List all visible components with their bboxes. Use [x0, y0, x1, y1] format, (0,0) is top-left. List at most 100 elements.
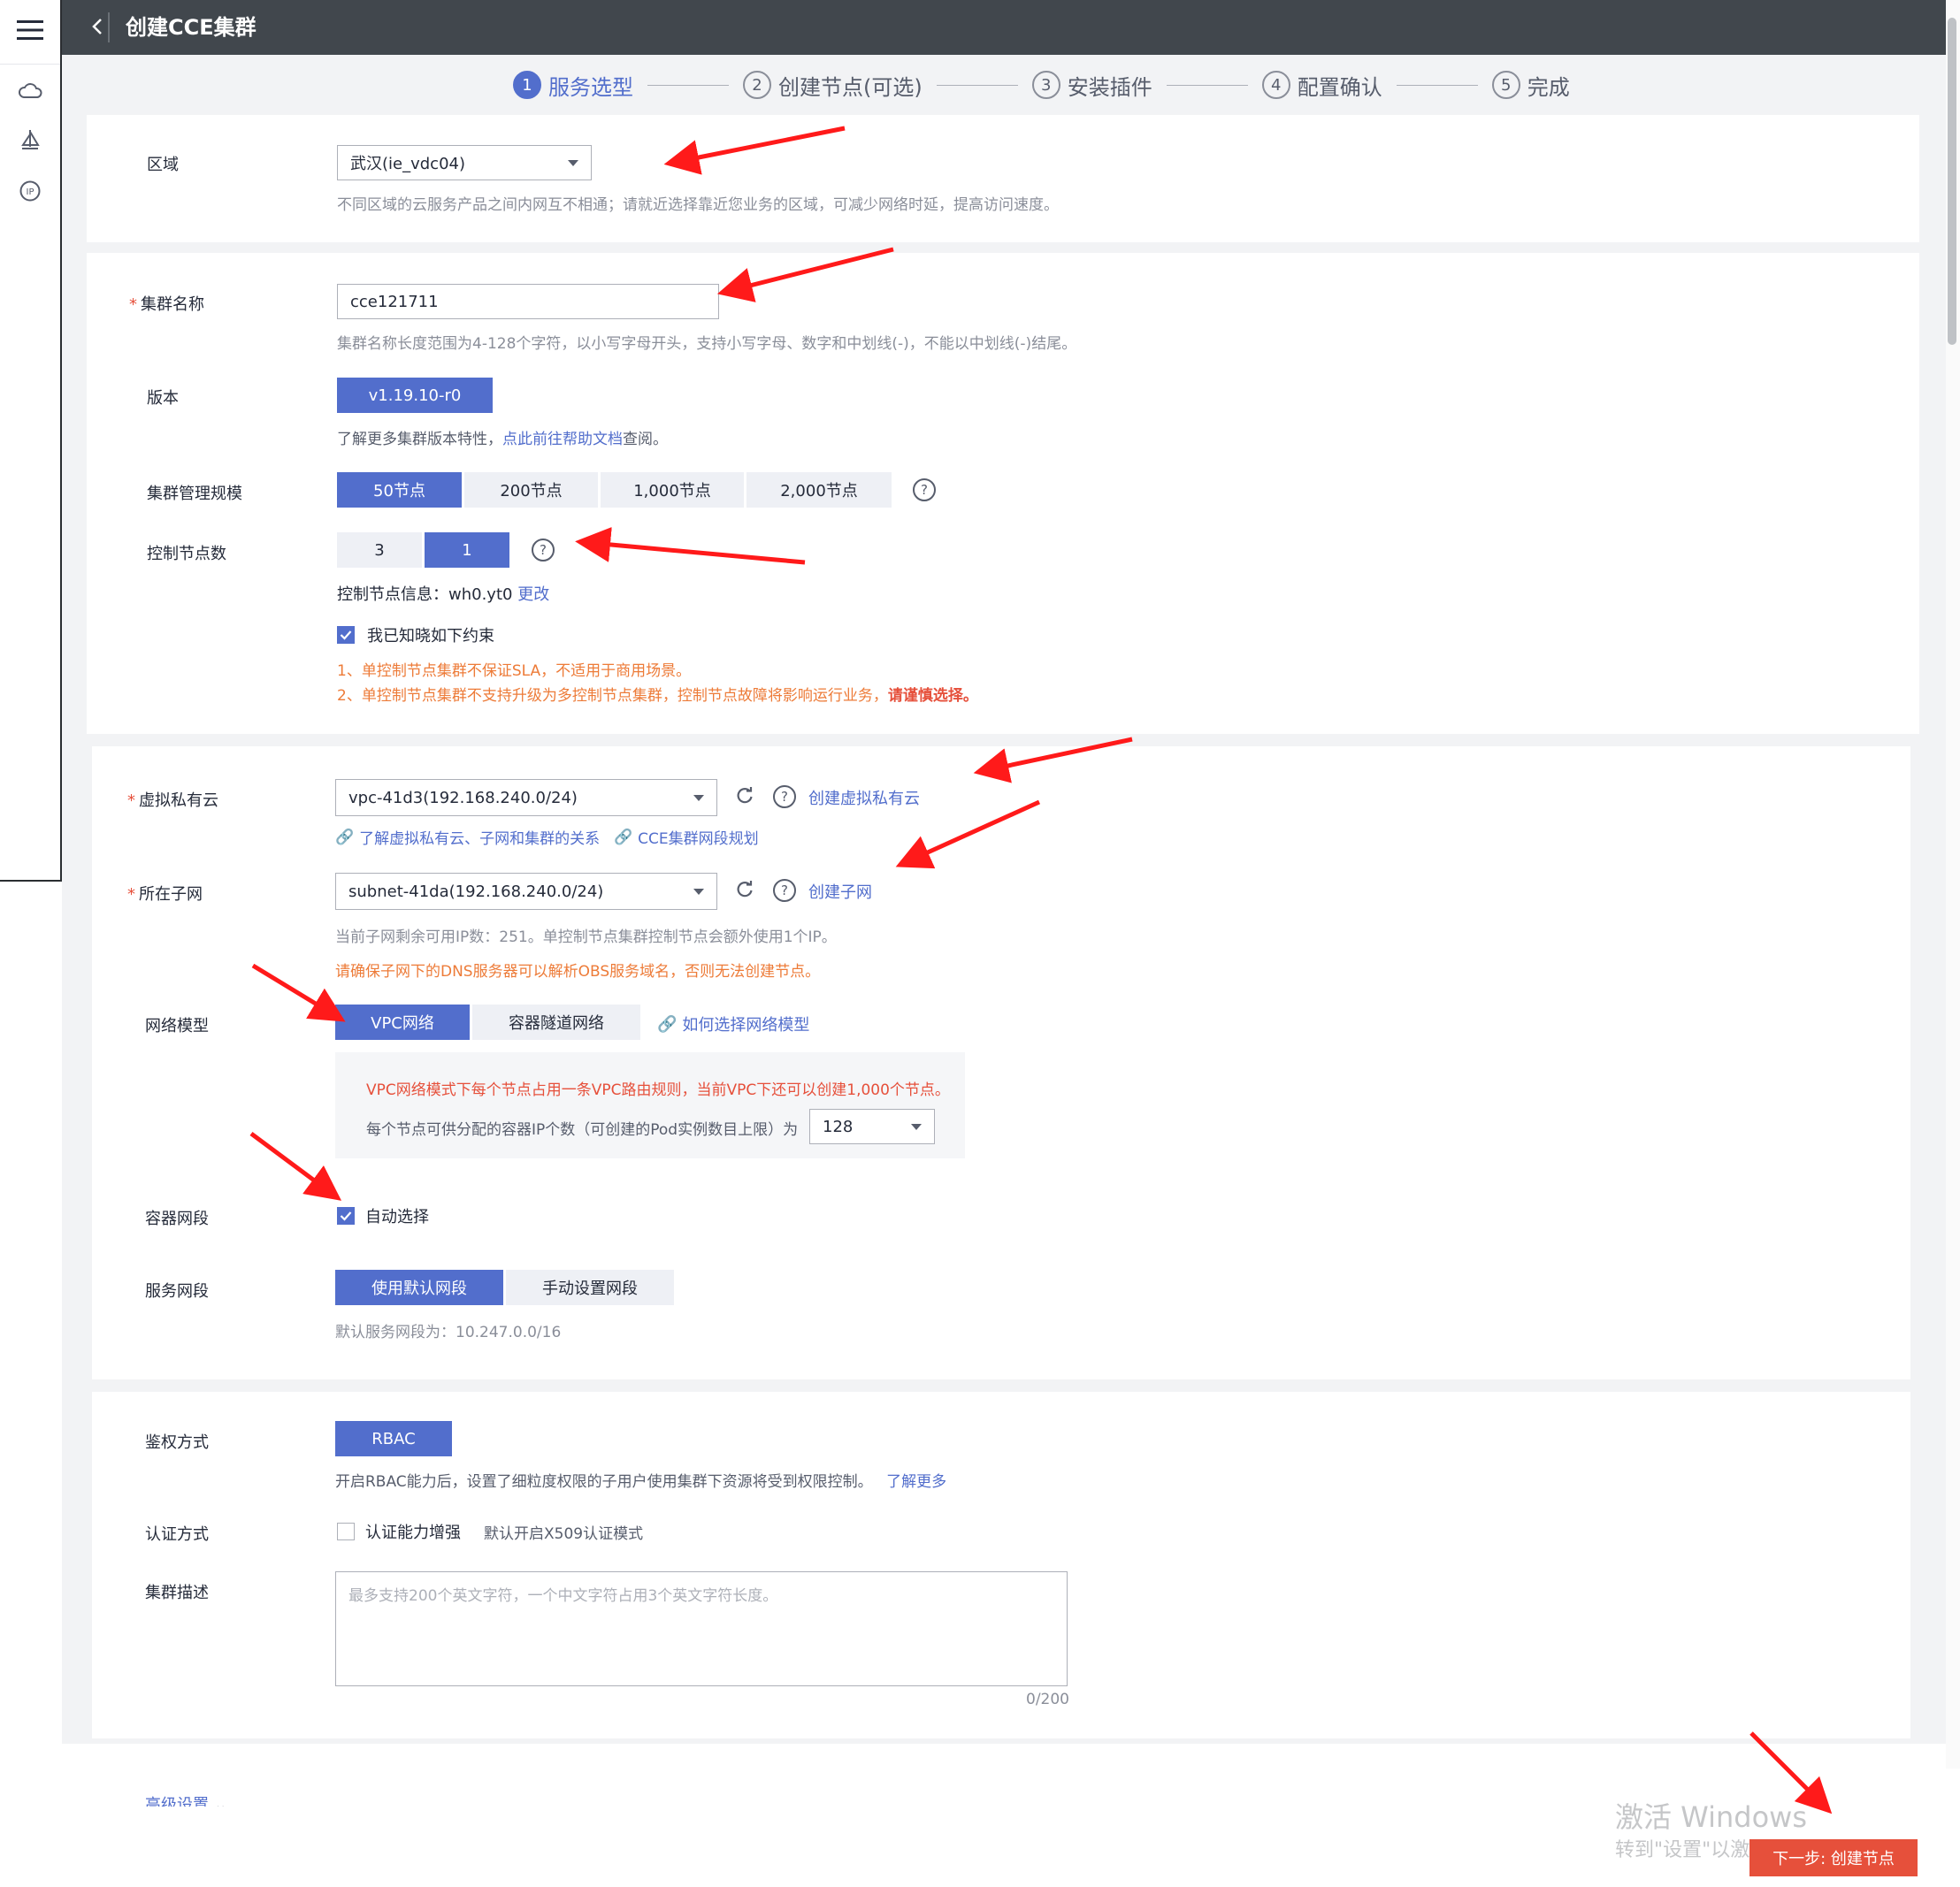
step-number: 3 [1031, 71, 1060, 99]
left-sidebar: IP [0, 0, 62, 882]
help-icon[interactable]: ? [532, 539, 555, 562]
vpc-select[interactable]: vpc-41d3(192.168.240.0/24) [335, 779, 717, 816]
windows-watermark-title: 激活 Windows [1615, 1800, 1808, 1834]
caret-down-icon [693, 888, 704, 895]
description-placeholder: 最多支持200个英文字符，一个中文字符占用3个英文字符长度。 [348, 1587, 778, 1605]
masters-ack[interactable]: 我已知晓如下约束 [337, 623, 494, 646]
subnet-select[interactable]: subnet-41da(192.168.240.0/24) [335, 873, 717, 910]
svg-text:IP: IP [27, 187, 34, 197]
pod-ip-value: 128 [823, 1117, 854, 1136]
scale-option-2000[interactable]: 2,000节点 [746, 472, 892, 508]
scale-label: 集群管理规模 [147, 485, 242, 503]
help-icon[interactable]: ? [773, 785, 796, 808]
subnet-hint: 当前子网剩余可用IP数：251。单控制节点集群控制节点会额外使用1个IP。 [335, 928, 837, 946]
version-button[interactable]: v1.19.10-r0 [337, 378, 493, 413]
ack-checkbox[interactable] [337, 626, 355, 644]
masters-change-link[interactable]: 更改 [517, 585, 549, 604]
service-cidr-label: 服务网段 [145, 1282, 209, 1301]
sailboat-icon[interactable] [12, 122, 48, 157]
learn-more-link[interactable]: 了解更多 [886, 1473, 946, 1491]
refresh-icon[interactable] [735, 786, 754, 809]
step-label: 创建节点(可选) [778, 74, 923, 100]
cluster-name-hint: 集群名称长度范围为4-128个字符，以小写字母开头，支持小写字母、数字和中划线(… [337, 335, 1077, 353]
vpc-relation-link[interactable]: 🔗 了解虚拟私有云、子网和集群的关系 [335, 826, 600, 849]
region-select[interactable]: 武汉(ie_vdc04) [337, 145, 592, 180]
version-help-link[interactable]: 点此前往帮助文档 [502, 431, 623, 448]
rbac-value: RBAC [371, 1429, 416, 1448]
subnet-value: subnet-41da(192.168.240.0/24) [348, 882, 604, 901]
version-value: v1.19.10-r0 [368, 386, 462, 405]
network-help-link[interactable]: 🔗 如何选择网络模型 [657, 1012, 809, 1035]
help-icon[interactable]: ? [913, 478, 936, 501]
step-number: 4 [1261, 71, 1290, 99]
masters-option-3[interactable]: 3 [337, 532, 422, 568]
scale-selector: 50节点 200节点 1,000节点 2,000节点 [337, 472, 894, 508]
cloud-icon[interactable] [12, 73, 48, 108]
auth-mode-hint: 开启RBAC能力后，设置了细粒度权限的子用户使用集群下资源将受到权限控制。 了解… [335, 1473, 947, 1491]
auto-select-label: 自动选择 [365, 1208, 429, 1226]
step-label: 服务选型 [548, 74, 633, 100]
network-option-vpc[interactable]: VPC网络 [335, 1005, 470, 1040]
refresh-icon[interactable] [735, 880, 754, 903]
scrollbar-thumb[interactable] [1948, 18, 1956, 345]
service-cidr-hint: 默认服务网段为：10.247.0.0/16 [335, 1324, 562, 1341]
page-title: 创建CCE集群 [126, 15, 256, 40]
region-label: 区域 [147, 156, 179, 174]
masters-selector: 3 1 [337, 532, 512, 568]
description-counter: 0/200 [1026, 1691, 1069, 1708]
menu-icon [17, 19, 43, 45]
step-label: 配置确认 [1297, 74, 1382, 100]
create-vpc-link[interactable]: 创建虚拟私有云 [808, 786, 920, 809]
service-option-manual[interactable]: 手动设置网段 [506, 1270, 674, 1305]
step-number: 1 [513, 71, 541, 99]
auto-select-checkbox[interactable] [337, 1207, 355, 1225]
masters-label: 控制节点数 [147, 545, 226, 563]
auto-select[interactable]: 自动选择 [337, 1204, 429, 1227]
step-label: 完成 [1527, 74, 1570, 100]
step-2: 2 创建节点(可选) [743, 70, 923, 101]
menu-button[interactable] [0, 0, 60, 65]
step-5: 5 完成 [1491, 70, 1570, 101]
subnet-warning: 请确保子网下的DNS服务器可以解析OBS服务域名，否则无法创建节点。 [335, 963, 821, 981]
ip-icon[interactable]: IP [12, 173, 48, 209]
link-icon: 🔗 [335, 828, 355, 846]
scale-option-200[interactable]: 200节点 [464, 472, 598, 508]
region-value: 武汉(ie_vdc04) [350, 155, 465, 173]
cluster-name-input[interactable]: cce121711 [337, 284, 719, 319]
header-divider [108, 12, 110, 42]
version-label: 版本 [147, 389, 179, 408]
authn-enhance[interactable]: 认证能力增强 默认开启X509认证模式 [337, 1520, 643, 1543]
service-cidr-selector: 使用默认网段 手动设置网段 [335, 1270, 677, 1305]
pod-ip-select[interactable]: 128 [809, 1109, 935, 1144]
create-subnet-link[interactable]: 创建子网 [808, 880, 872, 903]
help-icon[interactable]: ? [773, 879, 796, 902]
authn-checkbox[interactable] [337, 1523, 355, 1540]
authn-hint: 默认开启X509认证模式 [484, 1524, 644, 1543]
link-icon: 🔗 [657, 1014, 678, 1034]
container-cidr-label: 容器网段 [145, 1210, 209, 1228]
subnet-label: * 所在子网 [127, 885, 203, 904]
caret-down-icon [911, 1123, 922, 1130]
check-icon [340, 630, 352, 640]
description-textarea[interactable]: 最多支持200个英文字符，一个中文字符占用3个英文字符长度。 [335, 1571, 1068, 1686]
back-button[interactable] [80, 9, 115, 44]
scale-option-50[interactable]: 50节点 [337, 472, 462, 508]
check-icon [340, 1211, 352, 1221]
rbac-button[interactable]: RBAC [335, 1421, 452, 1456]
network-box-text: 每个节点可供分配的容器IP个数（可创建的Pod实例数目上限）为 [366, 1121, 799, 1139]
masters-warning-2: 2、单控制节点集群不支持升级为多控制节点集群，控制节点故障将影响运行业务，请谨慎… [337, 687, 978, 705]
cluster-name-label: * 集群名称 [129, 295, 204, 314]
description-label: 集群描述 [145, 1584, 209, 1602]
chevron-down-icon: ⌄ [213, 1796, 227, 1807]
scale-option-1000[interactable]: 1,000节点 [601, 472, 744, 508]
advanced-settings-toggle[interactable]: 高级设置 ⌄ [145, 1792, 227, 1807]
cidr-plan-link[interactable]: 🔗 CCE集群网段规划 [614, 826, 759, 849]
network-option-tunnel[interactable]: 容器隧道网络 [472, 1005, 640, 1040]
caret-down-icon [693, 794, 704, 801]
next-step-button[interactable]: 下一步: 创建节点 [1749, 1839, 1918, 1876]
authn-checkbox-label: 认证能力增强 [365, 1524, 461, 1542]
vpc-label: * 虚拟私有云 [127, 791, 218, 810]
masters-option-1[interactable]: 1 [425, 532, 509, 568]
ack-label: 我已知晓如下约束 [367, 627, 494, 646]
service-option-default[interactable]: 使用默认网段 [335, 1270, 503, 1305]
